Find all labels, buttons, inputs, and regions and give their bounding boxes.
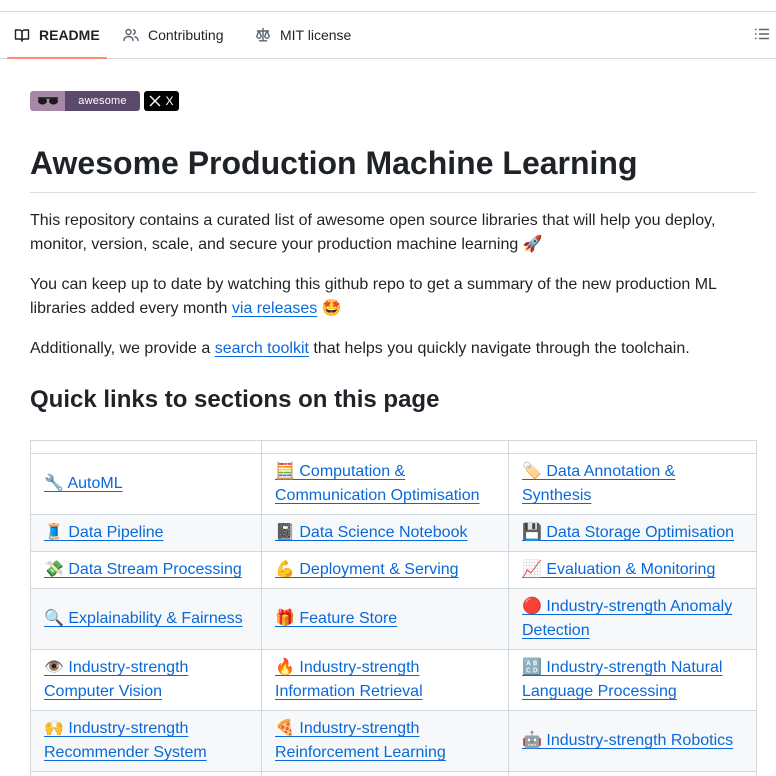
table-header-row: [30, 440, 757, 454]
table-row: 👁️ Industry-strength Computer Vision 🔥 I…: [30, 649, 757, 711]
link-feature-store[interactable]: 🎁 Feature Store: [275, 610, 397, 627]
table-row: 🙌 Industry-strength Recommender System 🍕…: [30, 710, 757, 772]
link-explainability-fairness[interactable]: 🔍 Explainability & Fairness: [44, 610, 243, 627]
link-natural-language-processing[interactable]: 🔠 Industry-strength Natural Language Pro…: [522, 659, 722, 700]
link-information-retrieval[interactable]: 🔥 Industry-strength Information Retrieva…: [275, 659, 423, 700]
list-unordered-icon: [754, 28, 770, 40]
table-row: 🧵 Data Pipeline 📓 Data Science Notebook …: [30, 514, 757, 552]
tab-contributing[interactable]: Contributing: [123, 12, 224, 58]
link-data-storage-optimisation[interactable]: 💾 Data Storage Optimisation: [522, 524, 734, 541]
via-releases-link[interactable]: via releases: [232, 300, 317, 317]
page-title: Awesome Production Machine Learning: [30, 143, 756, 193]
people-icon: [123, 28, 139, 42]
active-tab-indicator: [7, 57, 107, 59]
link-automl[interactable]: 🔧 AutoML: [44, 475, 123, 492]
intro-paragraph-3-tail: that helps you quickly navigate through …: [308, 340, 690, 357]
awesome-badge-label: awesome: [65, 91, 140, 111]
link-data-stream-processing[interactable]: 💸 Data Stream Processing: [44, 561, 242, 578]
quick-links-table: 🔧 AutoML 🧮 Computation & Communication O…: [30, 440, 757, 776]
awesome-badge[interactable]: awesome: [30, 91, 140, 111]
table-row: 💸 Data Stream Processing 💪 Deployment & …: [30, 551, 757, 589]
table-row: [30, 771, 757, 776]
law-icon: [256, 27, 270, 42]
table-row: 🔧 AutoML 🧮 Computation & Communication O…: [30, 453, 757, 515]
book-icon: [14, 29, 30, 42]
link-robotics[interactable]: 🤖 Industry-strength Robotics: [522, 732, 733, 749]
search-toolkit-link[interactable]: search toolkit: [215, 340, 309, 357]
intro-paragraph-2: You can keep up to date by watching this…: [30, 273, 756, 321]
link-deployment-serving[interactable]: 💪 Deployment & Serving: [275, 561, 459, 578]
intro-paragraph-3: Additionally, we provide a search toolki…: [30, 337, 756, 361]
x-badge-label: X: [165, 94, 174, 108]
tab-readme-label: README: [39, 27, 100, 43]
intro-paragraph-3-text: Additionally, we provide a: [30, 340, 215, 357]
tab-mit-license[interactable]: MIT license: [255, 12, 351, 58]
badges-row: awesome X: [30, 91, 179, 111]
intro-paragraph-2-text: You can keep up to date by watching this…: [30, 276, 717, 317]
link-anomaly-detection[interactable]: 🔴 Industry-strength Anomaly Detection: [522, 598, 732, 639]
link-data-science-notebook[interactable]: 📓 Data Science Notebook: [275, 524, 467, 541]
tab-mit-license-label: MIT license: [280, 27, 352, 43]
sunglasses-icon: [30, 91, 65, 111]
link-computation-communication-optimisation[interactable]: 🧮 Computation & Communication Optimisati…: [275, 463, 480, 504]
link-evaluation-monitoring[interactable]: 📈 Evaluation & Monitoring: [522, 561, 715, 578]
readme-tab-bar: README Contributing MIT license: [0, 12, 776, 59]
x-badge[interactable]: X: [144, 91, 179, 111]
outline-menu-button[interactable]: [754, 26, 772, 44]
link-data-annotation-synthesis[interactable]: 🏷️ Data Annotation & Synthesis: [522, 463, 675, 504]
tab-contributing-label: Contributing: [148, 27, 224, 43]
intro-paragraph-2-tail: 🤩: [317, 300, 342, 317]
link-data-pipeline[interactable]: 🧵 Data Pipeline: [44, 524, 164, 541]
quick-links-heading: Quick links to sections on this page: [30, 386, 440, 413]
link-computer-vision[interactable]: 👁️ Industry-strength Computer Vision: [44, 659, 188, 700]
link-recommender-system[interactable]: 🙌 Industry-strength Recommender System: [44, 720, 207, 761]
x-logo-icon: [149, 95, 161, 107]
tab-readme[interactable]: README: [14, 12, 100, 58]
link-reinforcement-learning[interactable]: 🍕 Industry-strength Reinforcement Learni…: [275, 720, 446, 761]
table-row: 🔍 Explainability & Fairness 🎁 Feature St…: [30, 588, 757, 650]
intro-paragraph-1: This repository contains a curated list …: [30, 212, 716, 253]
